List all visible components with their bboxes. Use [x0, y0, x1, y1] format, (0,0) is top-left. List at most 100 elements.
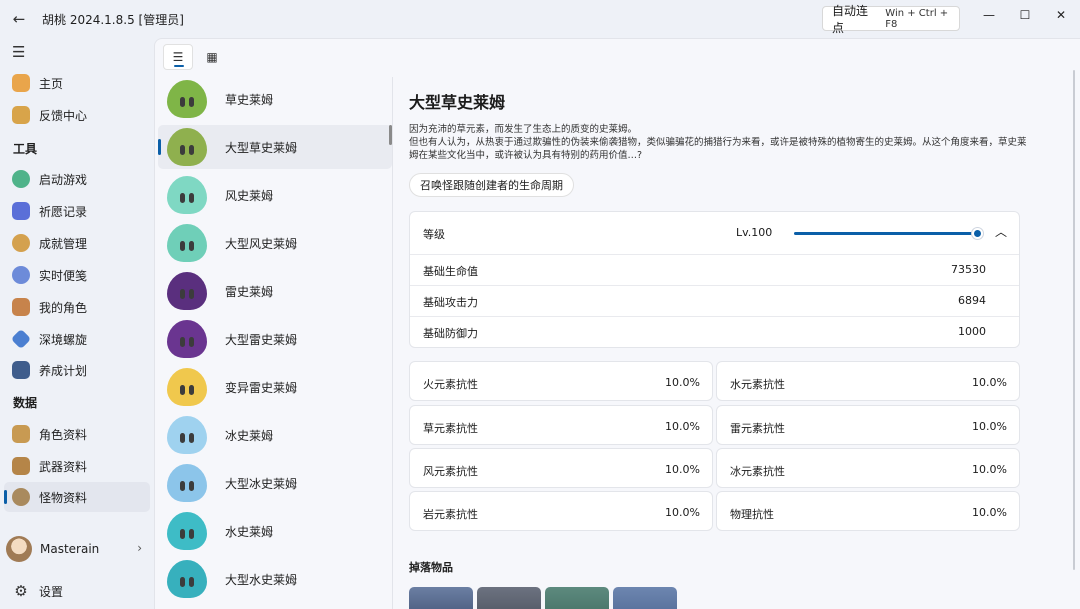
auto-click-label: 自动连点 — [832, 2, 877, 36]
realtime-note-icon — [12, 266, 30, 284]
list-item[interactable]: 大型草史莱姆 — [158, 125, 392, 169]
achievement-icon — [12, 234, 30, 252]
resistance-value: 10.0% — [972, 376, 1007, 389]
list-item[interactable]: 大型风史莱姆 — [158, 221, 392, 265]
resistance-card: 风元素抗性 10.0% — [409, 448, 713, 488]
nav-label: 启动游戏 — [39, 171, 87, 188]
user-name: Masterain — [40, 542, 99, 556]
nav-label: 实时便笺 — [39, 267, 87, 284]
wish-record-icon — [12, 202, 30, 220]
nav-monster-wiki[interactable]: 怪物资料 — [4, 482, 150, 512]
hydro-slime-icon — [167, 512, 207, 550]
list-item-label: 草史莱姆 — [225, 91, 273, 108]
nav-weapon-wiki[interactable]: 武器资料 — [4, 451, 150, 481]
nav-launch-game[interactable]: 启动游戏 — [4, 164, 150, 194]
resistance-label: 火元素抗性 — [423, 376, 478, 392]
nav-home[interactable]: 主页 — [4, 68, 150, 98]
stat-row: 基础防御力 1000 — [410, 316, 1019, 347]
resistance-label: 雷元素抗性 — [730, 420, 785, 436]
resistance-card: 物理抗性 10.0% — [716, 491, 1020, 531]
stat-label: 基础生命值 — [423, 263, 478, 279]
stat-row: 基础攻击力 6894 — [410, 285, 1019, 316]
nav-settings[interactable]: ⚙ 设置 — [4, 576, 150, 606]
detail-scrollbar[interactable] — [1073, 70, 1075, 570]
resistance-card: 草元素抗性 10.0% — [409, 405, 713, 445]
nav-spiral-abyss[interactable]: 深境螺旋 — [4, 324, 150, 354]
nav-label: 武器资料 — [39, 458, 87, 475]
home-icon — [12, 74, 30, 92]
resistance-value: 10.0% — [665, 463, 700, 476]
drop-item-icon[interactable] — [613, 587, 677, 609]
stats-card: 等级 Lv.100 ︿ 基础生命值 73530 基础攻击力 6894 基础防御力… — [409, 211, 1020, 348]
resistance-card: 火元素抗性 10.0% — [409, 361, 713, 401]
nav-label: 成就管理 — [39, 235, 87, 252]
nav-label: 祈愿记录 — [39, 203, 87, 220]
resistance-card: 雷元素抗性 10.0% — [716, 405, 1020, 445]
level-slider[interactable] — [794, 232, 980, 235]
list-item-label: 大型水史莱姆 — [225, 571, 297, 588]
resistance-value: 10.0% — [972, 420, 1007, 433]
list-item[interactable]: 大型雷史莱姆 — [158, 317, 392, 361]
menu-toggle-icon[interactable]: ☰ — [12, 43, 25, 61]
chevron-up-icon[interactable]: ︿ — [995, 223, 1007, 240]
large-grass-slime-icon — [167, 128, 207, 166]
feedback-icon — [12, 106, 30, 124]
resistance-value: 10.0% — [972, 506, 1007, 519]
grid-view-icon[interactable]: ▦ — [197, 44, 227, 70]
stat-value: 1000 — [958, 325, 986, 338]
list-item[interactable]: 水史莱姆 — [158, 509, 392, 553]
nav-cultivation[interactable]: 养成计划 — [4, 355, 150, 385]
stat-value: 73530 — [951, 263, 986, 276]
character-wiki-icon — [12, 425, 30, 443]
list-item[interactable]: 大型冰史莱姆 — [158, 461, 392, 505]
list-item[interactable]: 雷史莱姆 — [158, 269, 392, 313]
nav-realtime-note[interactable]: 实时便笺 — [4, 260, 150, 290]
list-item[interactable]: 草史莱姆 — [158, 77, 392, 121]
drop-item-icon[interactable] — [545, 587, 609, 609]
resistance-value: 10.0% — [972, 463, 1007, 476]
resistance-label: 草元素抗性 — [423, 420, 478, 436]
monster-detail: 大型草史莱姆 因为充沛的草元素，而发生了生态上的质变的史莱姆。 但也有人认为，从… — [409, 77, 1080, 609]
list-view-icon[interactable]: ☰ — [163, 44, 193, 70]
drop-item-icon[interactable] — [477, 587, 541, 609]
nav-my-character[interactable]: 我的角色 — [4, 292, 150, 322]
level-slider-handle[interactable] — [972, 228, 983, 239]
nav-character-wiki[interactable]: 角色资料 — [4, 419, 150, 449]
stat-value: 6894 — [958, 294, 986, 307]
nav-label: 主页 — [39, 75, 63, 92]
grass-slime-icon — [167, 80, 207, 118]
list-item-label: 水史莱姆 — [225, 523, 273, 540]
auto-click-button[interactable]: 自动连点 Win + Ctrl + F8 — [822, 6, 960, 31]
stat-label: 基础防御力 — [423, 325, 478, 341]
spiral-abyss-icon — [11, 329, 31, 349]
title-bar: ← 胡桃 2024.1.8.5 [管理员] 自动连点 Win + Ctrl + … — [0, 0, 1080, 38]
list-item[interactable]: 变异雷史莱姆 — [158, 365, 392, 409]
user-account[interactable]: Masterain › — [4, 532, 150, 566]
resistance-label: 冰元素抗性 — [730, 463, 785, 479]
auto-click-hotkey: Win + Ctrl + F8 — [885, 8, 959, 30]
resistance-card: 水元素抗性 10.0% — [716, 361, 1020, 401]
description-line: 因为充沛的草元素，而发生了生态上的质变的史莱姆。 — [409, 123, 1029, 136]
close-icon[interactable]: ✕ — [1038, 0, 1080, 30]
nav-achievement[interactable]: 成就管理 — [4, 228, 150, 258]
monster-wiki-icon — [12, 488, 30, 506]
summon-lifecycle-tag: 召唤怪跟随创建者的生命周期 — [409, 173, 574, 197]
nav-wish-record[interactable]: 祈愿记录 — [4, 196, 150, 226]
back-arrow-icon[interactable]: ← — [10, 10, 28, 28]
list-item-label: 大型冰史莱姆 — [225, 475, 297, 492]
level-row: 等级 Lv.100 ︿ — [410, 212, 1019, 254]
my-character-icon — [12, 298, 30, 316]
list-item-label: 大型草史莱姆 — [225, 139, 297, 156]
monster-description: 因为充沛的草元素，而发生了生态上的质变的史莱姆。 但也有人认为，从热衷于通过欺骗… — [409, 123, 1029, 162]
list-item[interactable]: 大型水史莱姆 — [158, 557, 392, 601]
drop-item-icon[interactable] — [409, 587, 473, 609]
list-item[interactable]: 风史莱姆 — [158, 173, 392, 217]
gear-icon: ⚙ — [12, 582, 30, 600]
monster-title: 大型草史莱姆 — [409, 89, 505, 113]
weapon-wiki-icon — [12, 457, 30, 475]
stat-row: 基础生命值 73530 — [410, 254, 1019, 285]
list-scrollbar[interactable] — [389, 125, 392, 145]
resistance-label: 物理抗性 — [730, 506, 774, 522]
list-item[interactable]: 冰史莱姆 — [158, 413, 392, 457]
nav-feedback[interactable]: 反馈中心 — [4, 100, 150, 130]
